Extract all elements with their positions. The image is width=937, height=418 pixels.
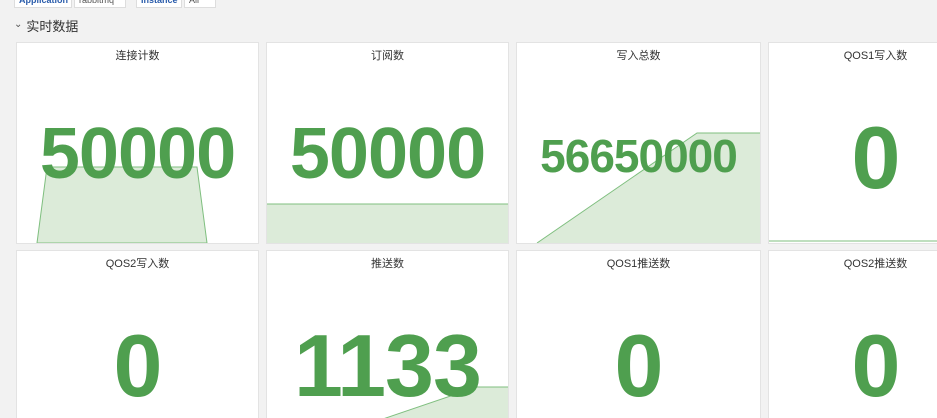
stat-value: 1133 [294, 316, 482, 415]
panel-title: QOS2写入数 [105, 258, 170, 270]
stat-value: 0 [851, 108, 901, 207]
panel-push-count[interactable]: 推送数 1133 [266, 250, 509, 418]
panel-title: QOS2推送数 [843, 258, 908, 270]
stat-value: 0 [113, 316, 163, 415]
panel-subscription-count[interactable]: 订阅数 50000 [266, 42, 509, 244]
application-variable-select[interactable]: rabbitmq [74, 0, 126, 8]
stat-value: 50000 [289, 114, 486, 194]
stat-value: 0 [614, 316, 664, 415]
chevron-down-icon: ⌄ [14, 18, 23, 30]
panel-write-total[interactable]: 写入总数 56650000 [516, 42, 761, 244]
stat-value: 0 [851, 316, 901, 415]
panel-qos1-write-count[interactable]: QOS1写入数 0 [768, 42, 937, 244]
instance-variable-select[interactable]: All [184, 0, 216, 8]
stat-value: 50000 [39, 114, 236, 194]
application-variable-label: Application [14, 0, 72, 8]
dashboard-variables-bar: Application rabbitmq Instance All [0, 0, 937, 10]
panel-connection-count[interactable]: 连接计数 50000 [16, 42, 259, 244]
row-header-realtime[interactable]: ⌄ 实时数据 [14, 16, 78, 34]
panel-qos2-write-count[interactable]: QOS2写入数 0 [16, 250, 259, 418]
panel-qos2-push-count[interactable]: QOS2推送数 0 [768, 250, 937, 418]
row-title: 实时数据 [26, 18, 79, 34]
instance-variable-label: Instance [136, 0, 182, 8]
stat-value: 56650000 [540, 130, 738, 182]
panel-qos1-push-count[interactable]: QOS1推送数 0 [516, 250, 761, 418]
panel-title: QOS1推送数 [606, 258, 671, 270]
